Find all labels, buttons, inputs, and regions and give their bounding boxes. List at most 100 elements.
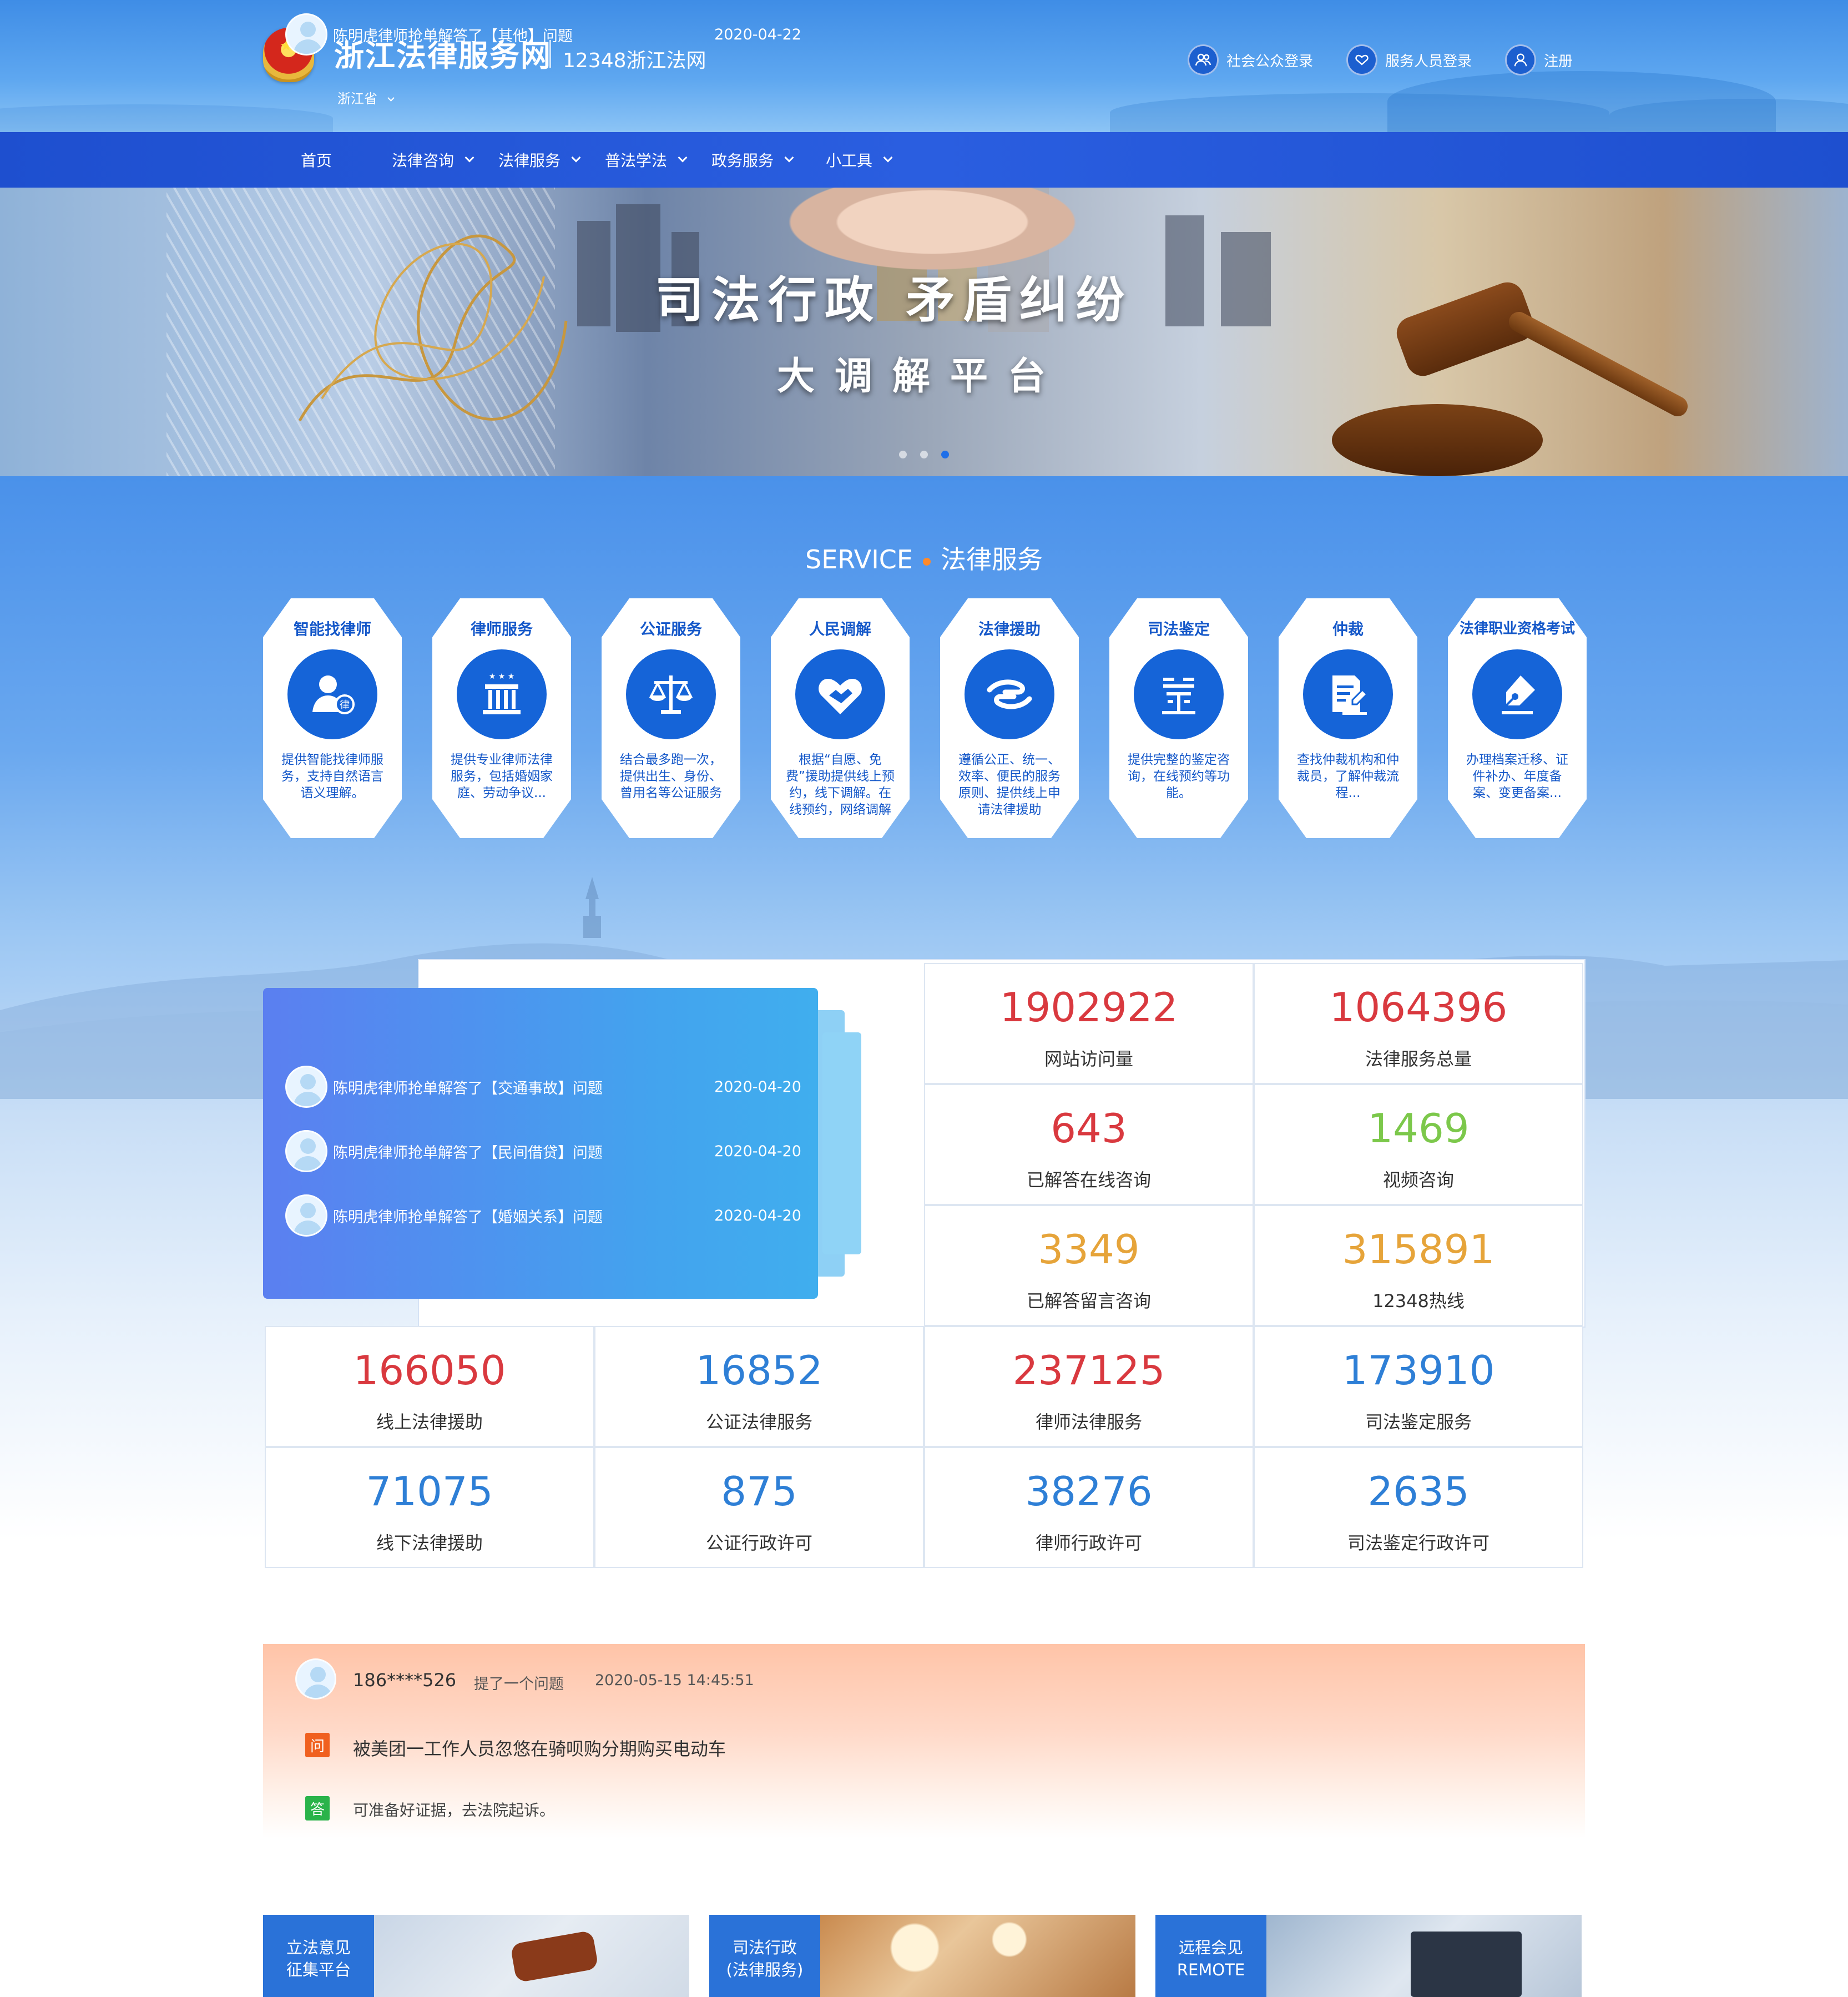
nav-item-tools[interactable]: 小工具 [826,132,893,188]
judicial-admin-card[interactable]: 司法行政 (法律服务) [709,1915,1135,1997]
service-card-find-lawyer[interactable]: 智能找律师 律 提供智能找律师服务，支持自然语言语义理解。 [263,598,402,838]
service-card-mediation[interactable]: 人民调解 根据“自愿、免费”援助提供线上预约，线下调解。在线预约，网络调解 [771,598,910,838]
card-label-line1: 远程会见 [1178,1938,1243,1957]
card-label: 立法意见 征集平台 [263,1915,374,1997]
carousel-dot-2[interactable] [920,451,928,458]
answer-item[interactable]: 陈明虎律师抢单解答了【其他】问题 2020-04-22 [285,12,801,57]
carousel-dot-3[interactable] [941,451,949,458]
nav-label: 法律咨询 [392,152,455,170]
nav-item-law-education[interactable]: 普法学法 [605,132,688,188]
user-icon [1505,44,1536,75]
stat-value: 2635 [1367,1468,1470,1515]
card-label-line1: 司法行政 [732,1938,797,1957]
stat-value: 315891 [1342,1226,1495,1273]
service-card-legal-aid[interactable]: 法律援助 遵循公正、统一、效率、便民的服务原则、提供线上申请法律援助 [940,598,1079,838]
card-title: 人民调解 [809,620,871,638]
nav-label: 首页 [301,152,332,170]
document-pen-icon [1303,649,1393,739]
chevron-down-icon [464,153,474,163]
nav-item-gov-service[interactable]: 政务服务 [711,132,794,188]
stat-notary-permit: 875 公证行政许可 [594,1447,924,1568]
answer-text: 可准备好证据，去法院起诉。 [353,1801,556,1819]
chevron-down-icon [883,153,893,163]
public-login-link[interactable]: 社会公众登录 [1188,43,1313,77]
remote-meeting-card[interactable]: 远程会见 REMOTE [1155,1915,1582,1997]
stat-label: 律师行政许可 [1035,1532,1142,1554]
service-card-forensic[interactable]: 司法鉴定 提供完整的鉴定咨询，在线预约等功能。 [1109,598,1248,838]
service-title-en: SERVICE [805,544,913,574]
stat-value: 3349 [1038,1226,1140,1273]
stat-label: 公证法律服务 [705,1411,812,1433]
banner-subheadline: 大调解平台 [777,354,1066,399]
svg-text:★ ★ ★: ★ ★ ★ [489,672,515,681]
nav-item-home[interactable]: 首页 [301,132,332,188]
card-description: 提供智能找律师服务，支持自然语言语义理解。 [281,753,383,800]
card-label: 司法行政 (法律服务) [709,1915,820,1997]
staff-login-link[interactable]: 服务人员登录 [1346,43,1472,77]
region-selector[interactable]: 浙江省 [337,88,395,107]
stat-label: 律师法律服务 [1035,1411,1142,1433]
appraisal-character-icon [1134,649,1224,739]
card-label: 远程会见 REMOTE [1155,1915,1266,1997]
stat-value: 237125 [1012,1347,1165,1394]
stat-online-consult: 643 已解答在线咨询 [924,1084,1254,1205]
answer-date: 2020-04-20 [714,1078,801,1096]
gavel-photo [374,1915,689,1997]
heart-handshake-icon [795,649,885,739]
legislation-feedback-card[interactable]: 立法意见 征集平台 [263,1915,689,1997]
stat-label: 司法鉴定服务 [1365,1411,1472,1433]
stat-lawyer-service: 237125 律师法律服务 [924,1326,1254,1447]
courthouse-icon: ★ ★ ★ [457,649,547,739]
stat-forensic-service: 173910 司法鉴定服务 [1254,1326,1583,1447]
stat-label: 线下法律援助 [376,1532,483,1554]
latest-question-card[interactable]: 186****526 提了一个问题 2020-05-15 14:45:51 问 … [263,1644,1585,1838]
stat-value: 643 [1051,1105,1127,1152]
office-photo [820,1915,1135,1997]
card-title: 法律职业资格考试 [1459,621,1575,637]
avatar [285,13,327,56]
service-card-notary[interactable]: 公证服务 结合最多跑一次，提供出生、身份、曾用名等公证服务 [602,598,740,838]
card-description: 提供完整的鉴定咨询，在线预约等功能。 [1128,753,1230,800]
stat-value: 1064396 [1329,984,1508,1031]
answer-date: 2020-04-20 [714,1207,801,1224]
nav-label: 小工具 [826,152,873,170]
question-user: 186****526 [353,1670,457,1691]
answer-text: 陈明虎律师抢单解答了【其他】问题 [333,27,573,45]
card-title: 智能找律师 [293,620,371,638]
answer-date: 2020-04-20 [714,1142,801,1160]
hero-banner[interactable] [0,188,1848,476]
answer-item[interactable]: 陈明虎律师抢单解答了【交通事故】问题 2020-04-20 [285,1065,801,1109]
register-link[interactable]: 注册 [1505,43,1573,77]
gavel-base [1332,404,1543,476]
stat-value: 173910 [1342,1347,1495,1394]
answer-item[interactable]: 陈明虎律师抢单解答了【婚姻关系】问题 2020-04-20 [285,1193,801,1238]
stat-label: 法律服务总量 [1365,1048,1472,1070]
card-label-line2: (法律服务) [726,1960,804,1979]
service-section-title: SERVICE 法律服务 [0,539,1848,576]
nav-item-legal-consult[interactable]: 法律咨询 [392,132,474,188]
service-card-arbitration[interactable]: 仲裁 查找仲裁机构和仲裁员，了解仲裁流程... [1279,598,1417,838]
stat-value: 38276 [1025,1468,1153,1515]
card-label-line2: REMOTE [1177,1960,1245,1979]
stat-label: 视频咨询 [1382,1169,1454,1191]
nav-label: 普法学法 [605,152,668,170]
carousel-dot-1[interactable] [899,451,907,458]
nav-item-legal-service[interactable]: 法律服务 [498,132,581,188]
service-card-legal-exam[interactable]: 法律职业资格考试 办理档案迁移、证件补办、年度备案、变更备案... [1448,598,1587,838]
answer-text: 陈明虎律师抢单解答了【民间借贷】问题 [333,1144,603,1162]
stat-label: 已解答留言咨询 [1026,1290,1151,1312]
card-title: 仲裁 [1332,620,1364,638]
stat-label: 网站访问量 [1044,1048,1133,1070]
video-call-photo [1266,1915,1582,1997]
service-card-lawyer-service[interactable]: 律师服务 ★ ★ ★ 提供专业律师法律服务，包括婚姻家庭、劳动争议... [432,598,571,838]
chevron-down-icon [678,153,688,163]
question-time: 2020-05-15 14:45:51 [595,1672,754,1689]
lawyer-person-icon: 律 [287,649,377,739]
stat-message-consult: 3349 已解答留言咨询 [924,1205,1254,1326]
question-text[interactable]: 被美团一工作人员忽悠在骑呗购分期购买电动车 [353,1735,726,1761]
card-title: 司法鉴定 [1147,620,1210,638]
nav-label: 政务服务 [711,152,774,170]
avatar [295,1658,336,1700]
scales-icon [626,649,716,739]
answer-item[interactable]: 陈明虎律师抢单解答了【民间借贷】问题 2020-04-20 [285,1129,801,1173]
